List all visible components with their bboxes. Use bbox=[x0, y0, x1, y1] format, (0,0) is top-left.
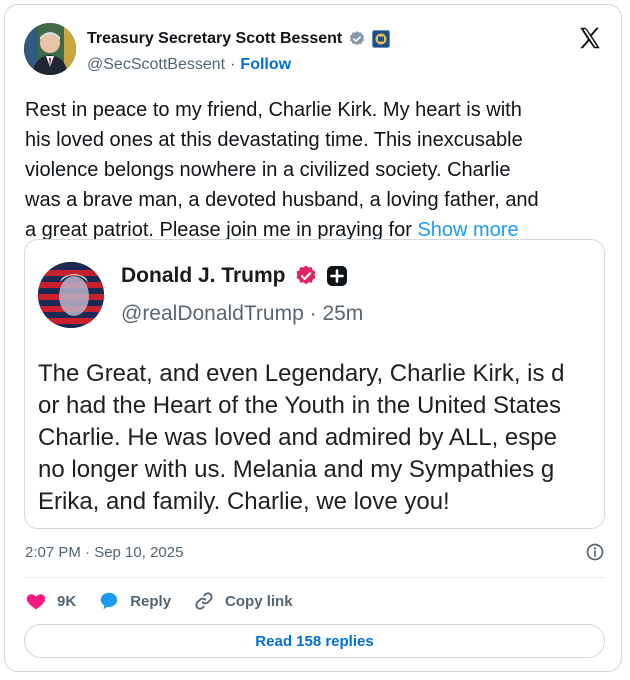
heart-icon bbox=[26, 594, 46, 610]
read-replies-button[interactable]: Read 158 replies bbox=[24, 624, 605, 658]
verified-badge-icon[interactable] bbox=[294, 264, 318, 288]
show-more-link[interactable]: Show more bbox=[417, 219, 518, 241]
action-bar: 9K Reply Copy link bbox=[25, 588, 315, 614]
tweet-card: Treasury Secretary Scott Bessent @SecSco… bbox=[4, 4, 622, 672]
copy-link-label: Copy link bbox=[225, 592, 293, 610]
quoted-author-avatar[interactable] bbox=[38, 262, 104, 328]
author-name-row: Treasury Secretary Scott Bessent bbox=[87, 27, 391, 51]
tweet-text: Rest in peace to my friend, Charlie Kirk… bbox=[25, 95, 605, 245]
info-icon[interactable] bbox=[585, 542, 605, 562]
author-avatar-image bbox=[24, 23, 76, 75]
author-display-name[interactable]: Treasury Secretary Scott Bessent bbox=[87, 30, 342, 48]
timestamp-row: 2:07 PM · Sep 10, 2025 bbox=[25, 540, 605, 564]
handle-separator: · bbox=[230, 56, 236, 73]
tweet-timestamp[interactable]: 2:07 PM · Sep 10, 2025 bbox=[25, 544, 183, 561]
reply-label: Reply bbox=[130, 592, 172, 610]
link-icon bbox=[195, 592, 213, 610]
author-handle[interactable]: @SecScottBessent bbox=[87, 56, 225, 74]
x-logo-icon[interactable] bbox=[577, 25, 603, 51]
verified-gray-badge-icon[interactable] bbox=[348, 30, 366, 48]
author-handle-row: @SecScottBessent · Follow bbox=[87, 56, 291, 74]
copy-link-button[interactable]: Copy link bbox=[193, 590, 293, 612]
reply-button[interactable]: Reply bbox=[98, 590, 171, 612]
author-avatar[interactable] bbox=[24, 23, 76, 75]
government-seal-icon[interactable] bbox=[372, 30, 391, 48]
read-replies-label: Read 158 replies bbox=[255, 632, 374, 650]
like-count: 9K bbox=[57, 592, 77, 610]
like-button[interactable]: 9K bbox=[25, 590, 76, 612]
quoted-tweet-text: The Great, and even Legendary, Charlie K… bbox=[38, 360, 565, 515]
plus-badge-icon[interactable] bbox=[326, 265, 348, 287]
quoted-author-avatar-image bbox=[38, 262, 104, 328]
quoted-author-handle-time[interactable]: @realDonaldTrump · 25m bbox=[121, 302, 363, 326]
reply-bubble-icon bbox=[100, 592, 118, 610]
quoted-author-display-name[interactable]: Donald J. Trump bbox=[121, 264, 286, 288]
quoted-author-name-row: Donald J. Trump bbox=[121, 264, 348, 288]
divider bbox=[25, 577, 605, 578]
quoted-tweet[interactable]: Donald J. Trump @realDonaldTrump · 25m T… bbox=[24, 239, 605, 529]
follow-button[interactable]: Follow bbox=[240, 56, 291, 74]
